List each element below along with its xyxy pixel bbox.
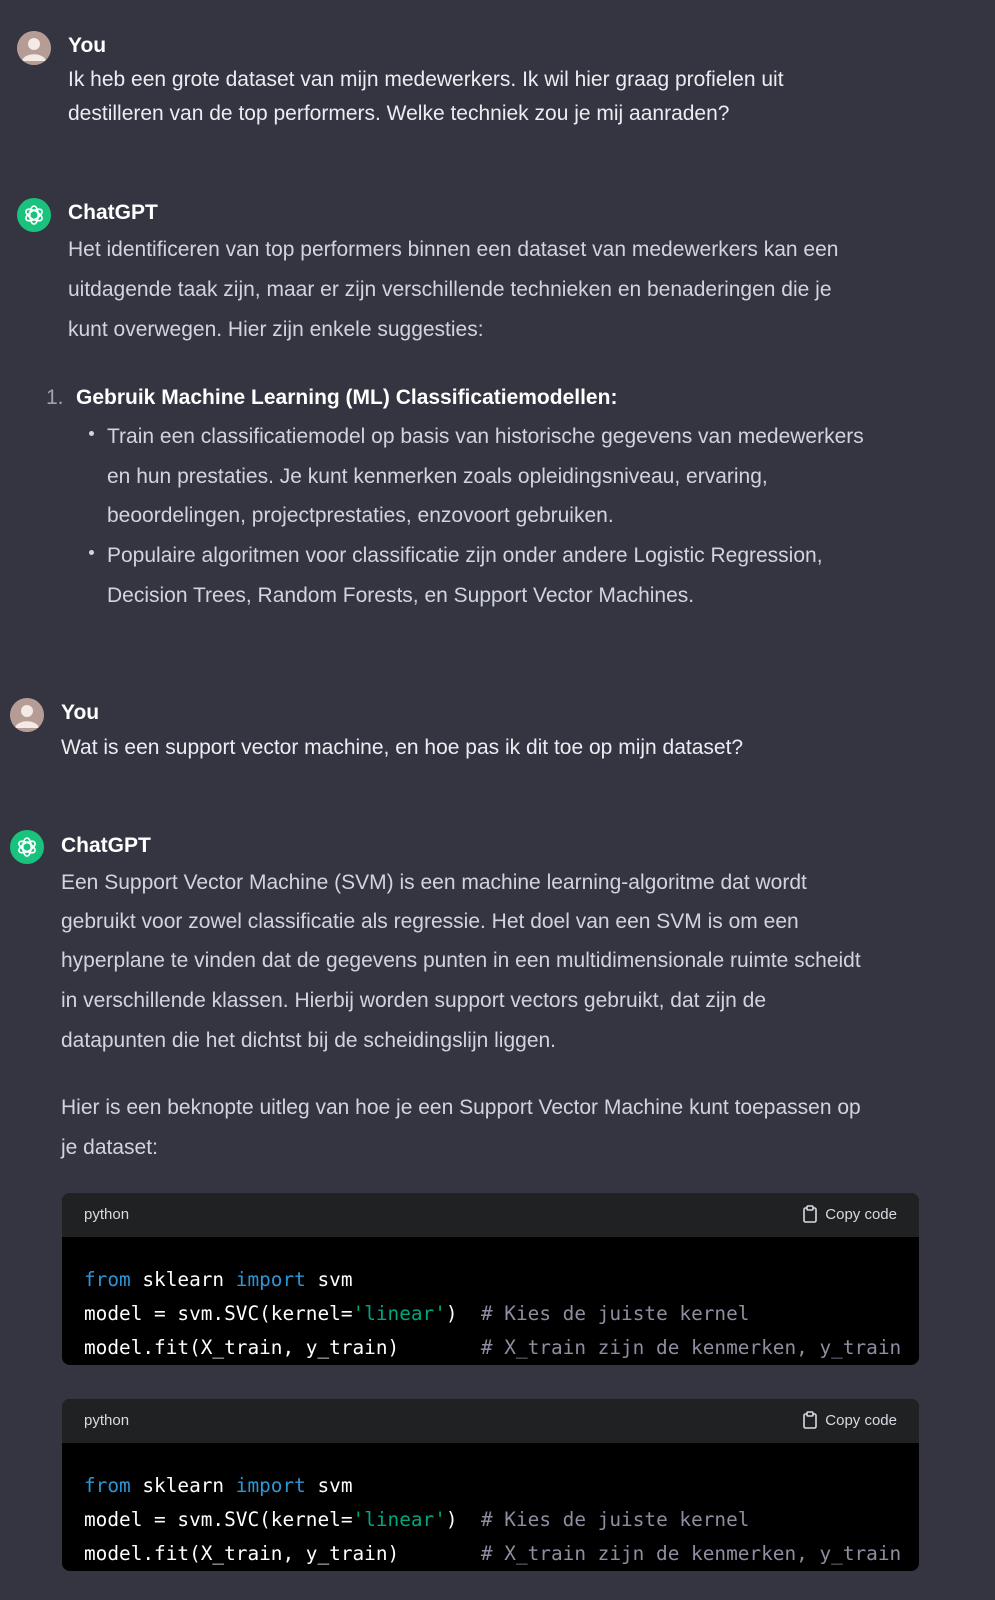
bullet-text-line: Train een classificatiemodel op basis va… [107, 425, 864, 448]
code-token: sklearn [130, 1474, 236, 1497]
code-line: model.fit(X_train, y_train) # X_train zi… [84, 1537, 919, 1571]
message-text-line: kunt overwegen. Hier zijn enkele suggest… [68, 318, 484, 341]
code-token: model = svm.SVC(kernel= [84, 1508, 353, 1531]
code-token: svm [305, 1474, 353, 1497]
code-string: 'linear' [352, 1508, 446, 1531]
user-avatar-icon [10, 698, 44, 732]
code-comment: # X_train zijn de kenmerken, y_train [480, 1336, 902, 1359]
code-token: sklearn [130, 1268, 236, 1291]
message-text-line: in verschillende klassen. Hierbij worden… [61, 989, 767, 1012]
code-token: model = svm.SVC(kernel= [84, 1302, 353, 1325]
list-item-title: Gebruik Machine Learning (ML) Classifica… [76, 386, 618, 409]
bullet-text-line: Populaire algoritmen voor classificatie … [107, 544, 823, 567]
user-avatar-icon [17, 31, 51, 65]
code-block-header: python Copy code [62, 1193, 919, 1237]
message-text-line: gebruikt voor zowel classificatie als re… [61, 910, 799, 933]
clipboard-icon [803, 1411, 818, 1429]
message-text-line: destilleren van de top performers. Welke… [68, 102, 730, 125]
code-line: model = svm.SVC(kernel='linear') # Kies … [84, 1297, 919, 1331]
openai-logo-icon [17, 198, 51, 232]
code-language: python [84, 1412, 130, 1429]
bullet-text-line: beoordelingen, projectprestaties, enzovo… [107, 504, 614, 527]
bullet-text-line: Decision Trees, Random Forests, en Suppo… [107, 584, 695, 607]
code-token: model.fit(X_train, y_train) [84, 1336, 481, 1359]
message-text-line: hyperplane te vinden dat de gegevens pun… [61, 949, 861, 972]
code-keyword: from [84, 1474, 131, 1497]
bullet-text-line: en hun prestaties. Je kunt kenmerken zoa… [107, 465, 768, 488]
message-text-line: Hier is een beknopte uitleg van hoe je e… [61, 1096, 861, 1119]
message-text-line: uitdagende taak zijn, maar er zijn versc… [68, 278, 832, 301]
message-text-line: Het identificeren van top performers bin… [68, 238, 839, 261]
bullet-icon [89, 550, 94, 555]
code-block-header: python Copy code [62, 1399, 919, 1443]
code-string: 'linear' [352, 1302, 446, 1325]
message-text-line: Wat is een support vector machine, en ho… [61, 736, 744, 759]
copy-code-button[interactable]: Copy code [802, 1411, 897, 1429]
copy-code-label: Copy code [825, 1205, 897, 1223]
code-line: from sklearn import svm [84, 1263, 919, 1297]
code-body: from sklearn import svm model = svm.SVC(k… [62, 1237, 919, 1365]
code-comment: # Kies de juiste kernel [480, 1508, 750, 1531]
code-block: python Copy code from sklearn import svm… [62, 1193, 919, 1365]
code-body: from sklearn import svm model = svm.SVC(k… [62, 1443, 919, 1571]
code-token: ) [445, 1508, 481, 1531]
code-language: python [84, 1206, 130, 1223]
bullet-icon [89, 431, 94, 436]
author-name: ChatGPT [61, 834, 151, 857]
code-token: model.fit(X_train, y_train) [84, 1542, 481, 1565]
author-name: ChatGPT [68, 201, 158, 224]
copy-code-label: Copy code [825, 1411, 897, 1429]
clipboard-icon [803, 1205, 818, 1223]
code-line: from sklearn import svm [84, 1469, 919, 1503]
code-line: model.fit(X_train, y_train) # X_train zi… [84, 1331, 919, 1365]
code-comment: # X_train zijn de kenmerken, y_train [480, 1542, 902, 1565]
code-line: model = svm.SVC(kernel='linear') # Kies … [84, 1503, 919, 1537]
openai-logo-icon [10, 830, 44, 864]
copy-code-button[interactable]: Copy code [802, 1205, 897, 1223]
code-keyword: from [84, 1268, 131, 1291]
code-token: svm [305, 1268, 353, 1291]
code-comment: # Kies de juiste kernel [480, 1302, 750, 1325]
code-block: python Copy code from sklearn import svm… [62, 1399, 919, 1571]
message-text-line: je dataset: [61, 1136, 158, 1159]
list-number: 1. [46, 386, 64, 409]
code-token: ) [445, 1302, 481, 1325]
code-keyword: import [235, 1268, 306, 1291]
author-name: You [68, 34, 107, 57]
code-keyword: import [235, 1474, 306, 1497]
message-text-line: Ik heb een grote dataset van mijn medewe… [68, 68, 784, 91]
message-text-line: datapunten die het dichtst bij de scheid… [61, 1029, 557, 1052]
message-text-line: Een Support Vector Machine (SVM) is een … [61, 871, 807, 894]
author-name: You [61, 701, 100, 724]
